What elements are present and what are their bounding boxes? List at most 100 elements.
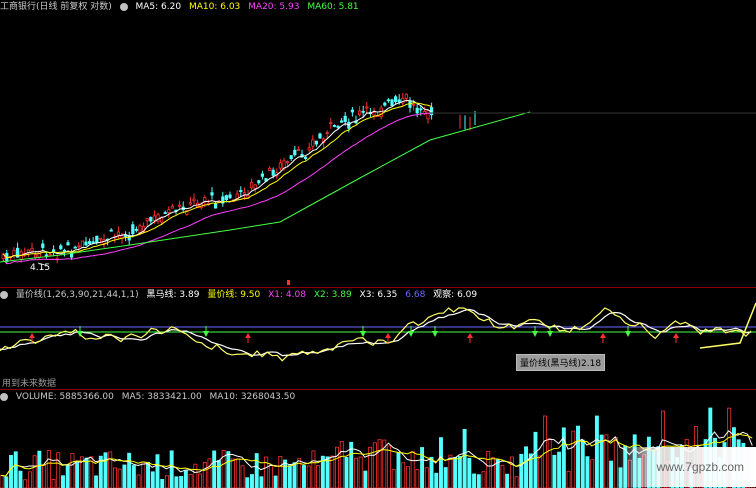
candle-body	[145, 218, 149, 222]
circle-toggle-icon[interactable]	[0, 392, 8, 401]
volume-bar	[339, 440, 344, 488]
candle-body	[228, 194, 232, 199]
candle-body	[260, 173, 265, 177]
volume-bar	[42, 465, 47, 488]
circle-toggle-icon[interactable]	[119, 2, 128, 11]
candle-body	[170, 205, 174, 209]
green-down-arrow-icon	[360, 331, 366, 337]
volume-bar	[141, 461, 146, 488]
volume-bar	[585, 456, 590, 488]
candle-body	[131, 224, 135, 235]
candle-body	[66, 242, 70, 246]
candle-body	[296, 149, 301, 151]
green-down-arrow-icon	[408, 331, 414, 337]
volume-bar	[552, 454, 557, 488]
price-chart-pane[interactable]: 工商银行(日线 前复权 对数) MA5: 6.20 MA10: 6.03 MA2…	[0, 0, 756, 287]
volume-bar	[316, 465, 321, 488]
volume-bar	[13, 451, 18, 488]
candle-body	[253, 184, 257, 189]
volume-bar	[37, 450, 42, 488]
candle-body	[329, 122, 333, 125]
candle-body	[224, 195, 228, 201]
volume-bar	[514, 476, 519, 488]
ma20-label: MA20: 5.93	[248, 2, 300, 12]
volume-bar	[254, 453, 259, 488]
volume-bar	[250, 474, 254, 488]
volume-bar	[424, 467, 429, 488]
volume-bar	[301, 465, 306, 488]
indicator-name: 量价线(1,26,3,90,21,44,1,1)	[15, 290, 139, 300]
volume-bar	[547, 438, 552, 488]
candle-body	[98, 237, 102, 240]
watermark: www.7gpzb.com	[616, 447, 756, 487]
volume-bar	[212, 450, 217, 488]
future-data-note: 用到未来数据	[2, 379, 57, 389]
candle-body	[177, 204, 182, 207]
volume-bar	[207, 458, 212, 488]
candle-body	[77, 245, 81, 248]
volume-bar	[146, 461, 151, 488]
volume-header: VOLUME: 5885366.00 MA5: 3833421.00 MA10:…	[0, 391, 300, 404]
candle-body	[41, 243, 45, 248]
volume-bar	[188, 474, 193, 488]
candle-body	[138, 225, 142, 233]
candle-body	[59, 245, 63, 250]
candlestick-chart[interactable]	[0, 0, 756, 287]
candle-body	[285, 161, 290, 164]
volume-bar	[259, 476, 264, 488]
volume-bar	[533, 431, 538, 488]
volume-bar	[561, 427, 566, 488]
volume-bar	[538, 455, 543, 488]
volume-bar	[476, 474, 481, 488]
volume-bar	[56, 452, 61, 488]
volume-bar	[264, 456, 269, 488]
volume-bar	[18, 470, 23, 488]
candle-body	[318, 133, 322, 139]
volume-bar	[127, 452, 132, 488]
candle-body	[383, 102, 387, 106]
candle-body	[91, 241, 95, 244]
candle-body	[246, 194, 250, 198]
candle-body	[163, 212, 167, 215]
ma10-label: MA10: 6.03	[188, 2, 241, 12]
candle-body	[365, 106, 369, 109]
volume-ma5-label: MA5: 3833421.00	[121, 392, 202, 402]
candle-body	[415, 107, 419, 114]
volume-bar	[287, 465, 292, 488]
candle-body	[149, 217, 153, 222]
volume-bar	[490, 457, 495, 488]
volume-bar	[94, 475, 99, 488]
volume-bar	[486, 450, 491, 488]
volume-bar	[278, 455, 283, 488]
price-header: 工商银行(日线 前复权 对数) MA5: 6.20 MA10: 6.03 MA2…	[0, 1, 364, 14]
indicator-pane[interactable]: 量价线(1,26,3,90,21,44,1,1) 黑马线: 3.89 量价线: …	[0, 287, 756, 390]
ma20-line	[2, 112, 432, 265]
ma10-line	[2, 102, 432, 259]
volume-bar	[429, 456, 434, 488]
circle-toggle-icon[interactable]	[0, 290, 8, 299]
candle-body	[379, 107, 383, 118]
green-down-arrow-icon	[625, 331, 631, 337]
candle-body	[343, 115, 347, 122]
candle-body	[386, 99, 391, 102]
volume-bar	[335, 446, 340, 488]
volume-bar	[363, 470, 368, 488]
volume-bar	[122, 464, 127, 488]
candle-body	[95, 235, 99, 243]
candle-body	[26, 249, 31, 253]
candle-body	[267, 167, 272, 171]
volume-bar	[46, 450, 51, 488]
heima-label: 黑马线: 3.89	[146, 290, 200, 300]
volume-bar	[344, 457, 349, 488]
candle-body	[271, 169, 275, 176]
candle-body	[249, 181, 254, 189]
marker-icon	[287, 280, 290, 285]
volume-bar	[164, 475, 169, 488]
x3-label: X3: 6.35	[359, 290, 398, 300]
volume-bar	[9, 454, 13, 488]
stock-title: 工商银行(日线 前复权 对数)	[0, 2, 112, 12]
ma60-label: MA60: 5.81	[307, 2, 359, 12]
volume-bar	[434, 472, 439, 488]
indicator-chart[interactable]	[0, 288, 756, 390]
volume-bar	[169, 450, 174, 488]
